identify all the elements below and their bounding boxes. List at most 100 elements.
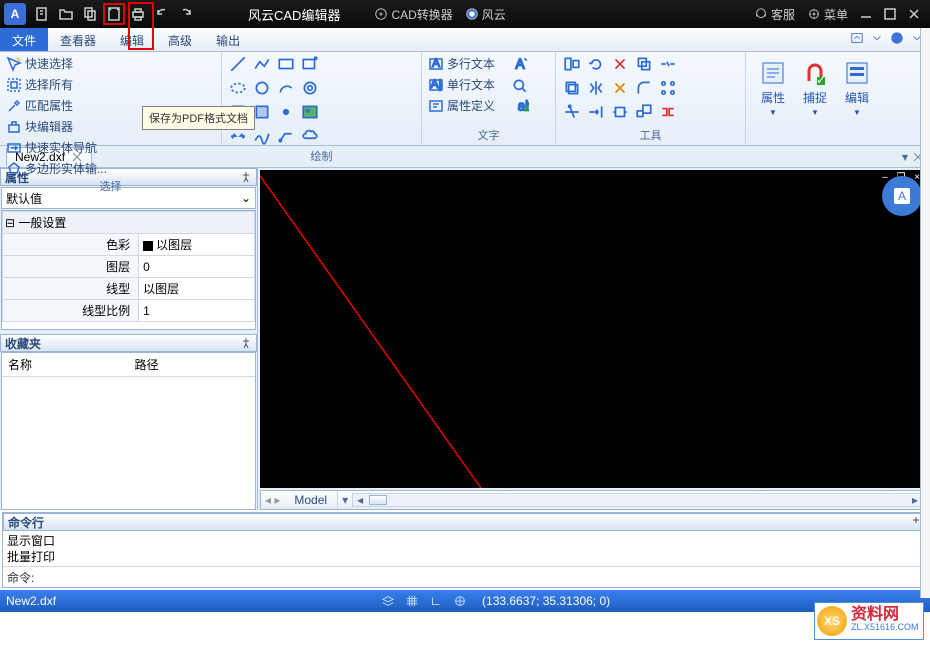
minimize-icon[interactable] <box>855 3 877 25</box>
pin-icon[interactable] <box>240 171 252 183</box>
fillet-icon[interactable] <box>634 78 654 98</box>
break-icon[interactable] <box>658 54 678 74</box>
property-grid[interactable]: ⊟ 一般设置 色彩以图层 图层0 线型以图层 线型比例1 <box>1 210 256 330</box>
tab-dropdown-icon[interactable]: ▾ <box>902 150 908 164</box>
select-all-button[interactable]: 选择所有 <box>6 75 106 94</box>
tab-nav-left[interactable]: ◂ ▸ <box>261 493 284 507</box>
array-icon[interactable] <box>658 78 678 98</box>
mtext-button[interactable]: A多行文本 <box>428 54 508 73</box>
maximize-icon[interactable] <box>879 3 901 25</box>
menu-output[interactable]: 输出 <box>204 28 252 51</box>
cmdline-history[interactable]: 显示窗口 批量打印 <box>3 531 927 567</box>
status-filename: New2.dxf <box>6 594 56 608</box>
undo-icon[interactable] <box>151 3 173 25</box>
scale-icon[interactable] <box>634 102 654 122</box>
circle-icon[interactable] <box>252 78 272 98</box>
image-icon[interactable] <box>300 102 320 122</box>
text-button[interactable]: A|单行文本 <box>428 75 508 94</box>
view-cube-icon[interactable]: A <box>882 176 922 216</box>
quick-select-button[interactable]: 快速选择 <box>6 54 106 73</box>
redo-icon[interactable] <box>175 3 197 25</box>
cmd-prompt-label: 命令: <box>7 569 34 586</box>
dropdown-arrow-icon[interactable] <box>870 31 884 48</box>
menu-file[interactable]: 文件 <box>0 28 48 51</box>
service-label: 客服 <box>771 6 795 23</box>
polygon-entity-button[interactable]: 多边形实体输... <box>6 159 120 178</box>
tab-dropdown-icon[interactable]: ▾ <box>342 493 348 507</box>
line-icon[interactable] <box>228 54 248 74</box>
polyline-icon[interactable] <box>252 54 272 74</box>
pin-icon[interactable] <box>240 337 252 349</box>
scroll-thumb[interactable] <box>369 495 387 505</box>
ellipse-icon[interactable] <box>228 78 248 98</box>
attrdef-button[interactable]: 属性定义 <box>428 96 508 115</box>
fengyun-button[interactable]: 风云 <box>465 6 506 23</box>
copy-icon[interactable] <box>79 3 101 25</box>
status-grid-icon[interactable] <box>402 591 422 611</box>
donut-icon[interactable] <box>300 78 320 98</box>
new-file-icon[interactable] <box>31 3 53 25</box>
prop-row-color[interactable]: 色彩以图层 <box>3 234 255 256</box>
arc-icon[interactable] <box>276 78 296 98</box>
rotate-icon[interactable] <box>586 54 606 74</box>
copyobj-icon[interactable] <box>634 54 654 74</box>
command-input[interactable] <box>38 570 923 584</box>
stretch-icon[interactable] <box>610 102 630 122</box>
trim-icon[interactable] <box>562 102 582 122</box>
find-icon[interactable] <box>510 76 530 96</box>
cmdline-title: 命令行 <box>8 514 44 531</box>
quick-entity-label: 快速实体导航 <box>25 139 97 156</box>
status-layer-icon[interactable] <box>378 591 398 611</box>
property-button[interactable]: 属性▼ <box>752 54 794 122</box>
status-polar-icon[interactable] <box>450 591 470 611</box>
drawing-canvas[interactable]: – ❐ × A <box>260 170 928 488</box>
join-icon[interactable] <box>658 102 678 122</box>
menu-bar: 文件 查看器 编辑 高级 输出 ? <box>0 28 930 52</box>
explode-icon[interactable] <box>610 78 630 98</box>
customer-service-button[interactable]: 客服 <box>754 6 795 23</box>
textstyle-icon[interactable]: A <box>510 54 530 74</box>
quick-entity-nav-button[interactable]: 快速实体导航 <box>6 138 120 157</box>
snap-button[interactable]: ✓捕捉▼ <box>794 54 836 122</box>
hatch2-icon[interactable] <box>252 102 272 122</box>
svg-text:A: A <box>515 57 524 72</box>
prop-row-linescale[interactable]: 线型比例1 <box>3 300 255 322</box>
extend-icon[interactable] <box>586 102 606 122</box>
quick-select-label: 快速选择 <box>25 55 73 72</box>
close-icon[interactable] <box>903 3 925 25</box>
prop-row-linetype[interactable]: 线型以图层 <box>3 278 255 300</box>
prop-row-layer[interactable]: 图层0 <box>3 256 255 278</box>
scroll-left-icon[interactable]: ◂ <box>353 494 367 506</box>
open-folder-icon[interactable] <box>55 3 77 25</box>
h-scrollbar[interactable]: ◂ ▸ <box>352 493 923 507</box>
cad-converter-button[interactable]: CAD转换器 <box>374 6 452 23</box>
edit-button[interactable]: 编辑▼ <box>836 54 878 122</box>
rect-corner-icon[interactable] <box>300 54 320 74</box>
delete-icon[interactable] <box>610 54 630 74</box>
menu-button[interactable]: 菜单 <box>807 6 848 23</box>
revcloud-icon[interactable] <box>300 126 320 146</box>
spell-icon[interactable]: ab <box>510 98 530 118</box>
annotation-line <box>260 170 928 488</box>
fav-col-name: 名称 <box>2 353 129 376</box>
point-icon[interactable] <box>276 102 296 122</box>
match-prop-button[interactable]: 匹配属性 <box>6 96 106 115</box>
menu-advanced[interactable]: 高级 <box>156 28 204 51</box>
menu-viewer[interactable]: 查看器 <box>48 28 108 51</box>
menu-edit[interactable]: 编辑 <box>108 28 156 51</box>
model-tab[interactable]: Model <box>284 491 338 509</box>
rectangle-icon[interactable] <box>276 54 296 74</box>
align-icon[interactable] <box>562 54 582 74</box>
mirror-icon[interactable] <box>586 78 606 98</box>
ribbon-collapse-icon[interactable] <box>850 31 864 48</box>
prop-section-header[interactable]: ⊟ 一般设置 <box>3 212 255 234</box>
block-editor-button[interactable]: 块编辑器 <box>6 117 120 136</box>
help-icon[interactable]: ? <box>890 31 904 48</box>
leader-icon[interactable] <box>276 126 296 146</box>
print-icon[interactable] <box>127 3 149 25</box>
offset-icon[interactable] <box>562 78 582 98</box>
save-pdf-icon[interactable] <box>103 3 125 25</box>
spline-icon[interactable] <box>252 126 272 146</box>
status-ortho-icon[interactable] <box>426 591 446 611</box>
favorites-list[interactable]: 名称 路径 <box>1 352 256 510</box>
